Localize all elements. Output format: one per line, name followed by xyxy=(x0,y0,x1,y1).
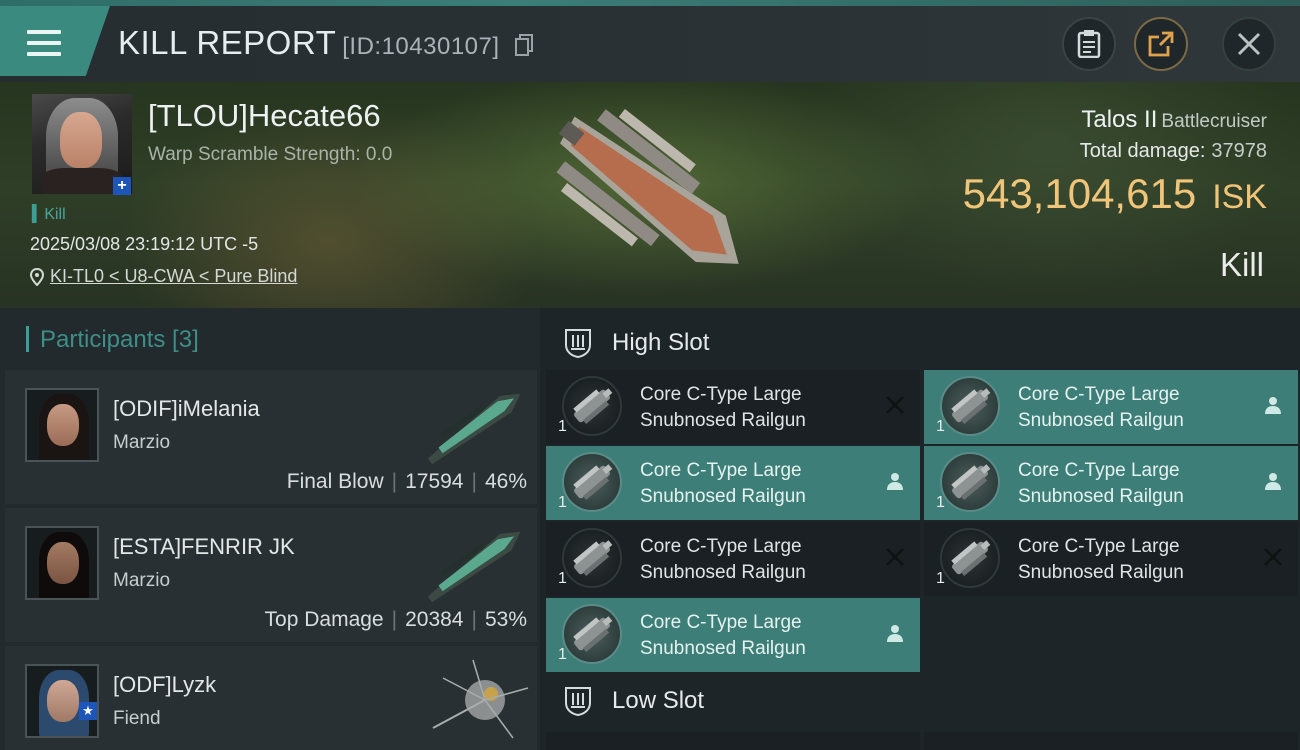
participant-avatar[interactable] xyxy=(25,388,99,462)
module-name: Core C-Type Large Snubnosed Railgun xyxy=(640,460,806,507)
module-quantity: 1 xyxy=(936,570,945,587)
kill-result: Kill xyxy=(1219,246,1264,283)
module-name: Core C-Type Large Snubnosed Railgun xyxy=(640,612,806,659)
dropped-person-icon xyxy=(887,625,903,642)
railgun-icon xyxy=(562,604,622,664)
low-slot-module-partial[interactable] xyxy=(546,732,920,750)
participant-ship-image xyxy=(427,393,521,465)
participant-ship: Fiend xyxy=(113,708,161,729)
module-item[interactable]: 1 Core C-Type Large Snubnosed Railgun xyxy=(924,446,1298,520)
notes-button[interactable] xyxy=(1062,17,1116,71)
participant-ship-image xyxy=(432,659,529,739)
module-name: Core C-Type Large Snubnosed Railgun xyxy=(1018,536,1184,583)
module-quantity: 1 xyxy=(558,570,567,587)
participants-header: Participants [3] xyxy=(0,308,540,368)
fitting-panel: High Slot 1 Core C-Type Large Snubnosed Ra… xyxy=(540,308,1300,750)
hamburger-menu-icon xyxy=(27,30,61,60)
module-name: Core C-Type Large Snubnosed Railgun xyxy=(1018,460,1184,507)
star-badge-icon: ★ xyxy=(79,702,97,720)
module-name: Core C-Type Large Snubnosed Railgun xyxy=(640,536,806,583)
railgun-icon xyxy=(940,452,1000,512)
location-pin-icon xyxy=(30,267,44,286)
low-slot-header: Low Slot xyxy=(540,670,1300,732)
high-slot-label: High Slot xyxy=(612,329,710,356)
title-bar: KILL REPORT [ID:10430107] xyxy=(0,0,1300,82)
module-item[interactable]: 1 Core C-Type Large Snubnosed Railgun xyxy=(924,370,1298,444)
page-title: KILL REPORT [ID:10430107] xyxy=(118,24,534,62)
victim-name[interactable]: [TLOU]Hecate66 xyxy=(148,98,381,134)
copy-icon[interactable] xyxy=(515,34,534,57)
share-icon xyxy=(1148,31,1174,57)
close-button[interactable] xyxy=(1222,17,1276,71)
low-slot-module-partial[interactable] xyxy=(924,732,1298,750)
warp-scramble-strength: Warp Scramble Strength: 0.0 xyxy=(148,144,393,165)
title-text: KILL REPORT xyxy=(118,24,337,61)
participant-name: [ESTA]FENRIR JK xyxy=(113,534,295,559)
kill-timestamp: 2025/03/08 23:19:12 UTC -5 xyxy=(30,234,259,254)
participant-avatar[interactable] xyxy=(25,664,99,738)
plus-badge-icon: + xyxy=(113,177,131,195)
participant-row[interactable]: ★ [ODF]Lyzk Fiend xyxy=(5,646,537,750)
module-name: Core C-Type Large Snubnosed Railgun xyxy=(1018,384,1184,431)
clipboard-icon xyxy=(1077,30,1101,58)
participants-panel: Participants [3] [ODIF]iMelania Marzio F… xyxy=(0,308,540,750)
module-quantity: 1 xyxy=(558,646,567,663)
high-slot-header: High Slot xyxy=(540,312,1300,374)
participant-ship: Marzio xyxy=(113,570,171,591)
participant-ship: Marzio xyxy=(113,432,171,453)
kill-tag: ▍Kill xyxy=(32,206,66,223)
participant-stats: Top Damage | 20384 | 53% xyxy=(264,608,527,631)
destroyed-x-icon xyxy=(886,548,904,566)
participants-label: Participants [3] xyxy=(40,326,199,353)
share-button[interactable] xyxy=(1134,17,1188,71)
participant-stats: Final Blow | 17594 | 46% xyxy=(286,470,527,493)
high-slot-icon xyxy=(565,329,591,359)
module-quantity: 1 xyxy=(558,494,567,511)
dropped-person-icon xyxy=(887,473,903,490)
participant-avatar[interactable] xyxy=(25,526,99,600)
low-slot-icon xyxy=(565,687,591,717)
module-quantity: 1 xyxy=(558,418,567,435)
module-item[interactable]: 1 Core C-Type Large Snubnosed Railgun xyxy=(546,446,920,520)
total-damage: Total damage: 37978 xyxy=(1079,140,1267,162)
module-name: Core C-Type Large Snubnosed Railgun xyxy=(640,384,806,431)
participant-name: [ODF]Lyzk xyxy=(113,672,217,697)
participant-ship-image xyxy=(427,531,521,603)
kill-summary: + [TLOU]Hecate66 Warp Scramble Strength:… xyxy=(0,82,1300,308)
location-link[interactable]: KI-TL0 < U8-CWA < Pure Blind xyxy=(50,266,297,287)
module-item[interactable]: 1 Core C-Type Large Snubnosed Railgun xyxy=(546,598,920,672)
railgun-icon xyxy=(562,452,622,512)
destroyed-x-icon xyxy=(886,396,904,414)
victim-ship-image xyxy=(556,108,739,264)
isk-value: 543,104,615 ISK xyxy=(962,170,1267,217)
railgun-icon xyxy=(940,376,1000,436)
participant-row[interactable]: [ESTA]FENRIR JK Marzio Top Damage | 20384 |… xyxy=(5,508,537,642)
module-quantity: 1 xyxy=(936,494,945,511)
module-item[interactable]: 1 Core C-Type Large Snubnosed Railgun xyxy=(924,522,1298,596)
participant-name: [ODIF]iMelania xyxy=(113,396,260,421)
module-quantity: 1 xyxy=(936,418,945,435)
module-item[interactable]: 1 Core C-Type Large Snubnosed Railgun xyxy=(546,522,920,596)
railgun-icon xyxy=(940,528,1000,588)
report-id: [ID:10430107] xyxy=(342,33,500,60)
kill-location[interactable]: KI-TL0 < U8-CWA < Pure Blind xyxy=(30,266,297,287)
module-item[interactable]: 1 Core C-Type Large Snubnosed Railgun xyxy=(546,370,920,444)
menu-button[interactable] xyxy=(0,6,110,76)
low-slot-label: Low Slot xyxy=(612,687,705,714)
participant-row[interactable]: [ODIF]iMelania Marzio Final Blow | 17594 | 4… xyxy=(5,370,537,504)
victim-ship-name[interactable]: Talos II Battlecruiser xyxy=(1081,106,1267,134)
dropped-person-icon xyxy=(1265,397,1281,414)
destroyed-x-icon xyxy=(1264,548,1282,566)
dropped-person-icon xyxy=(1265,473,1281,490)
railgun-icon xyxy=(562,376,622,436)
railgun-icon xyxy=(562,528,622,588)
close-icon xyxy=(1237,32,1261,56)
